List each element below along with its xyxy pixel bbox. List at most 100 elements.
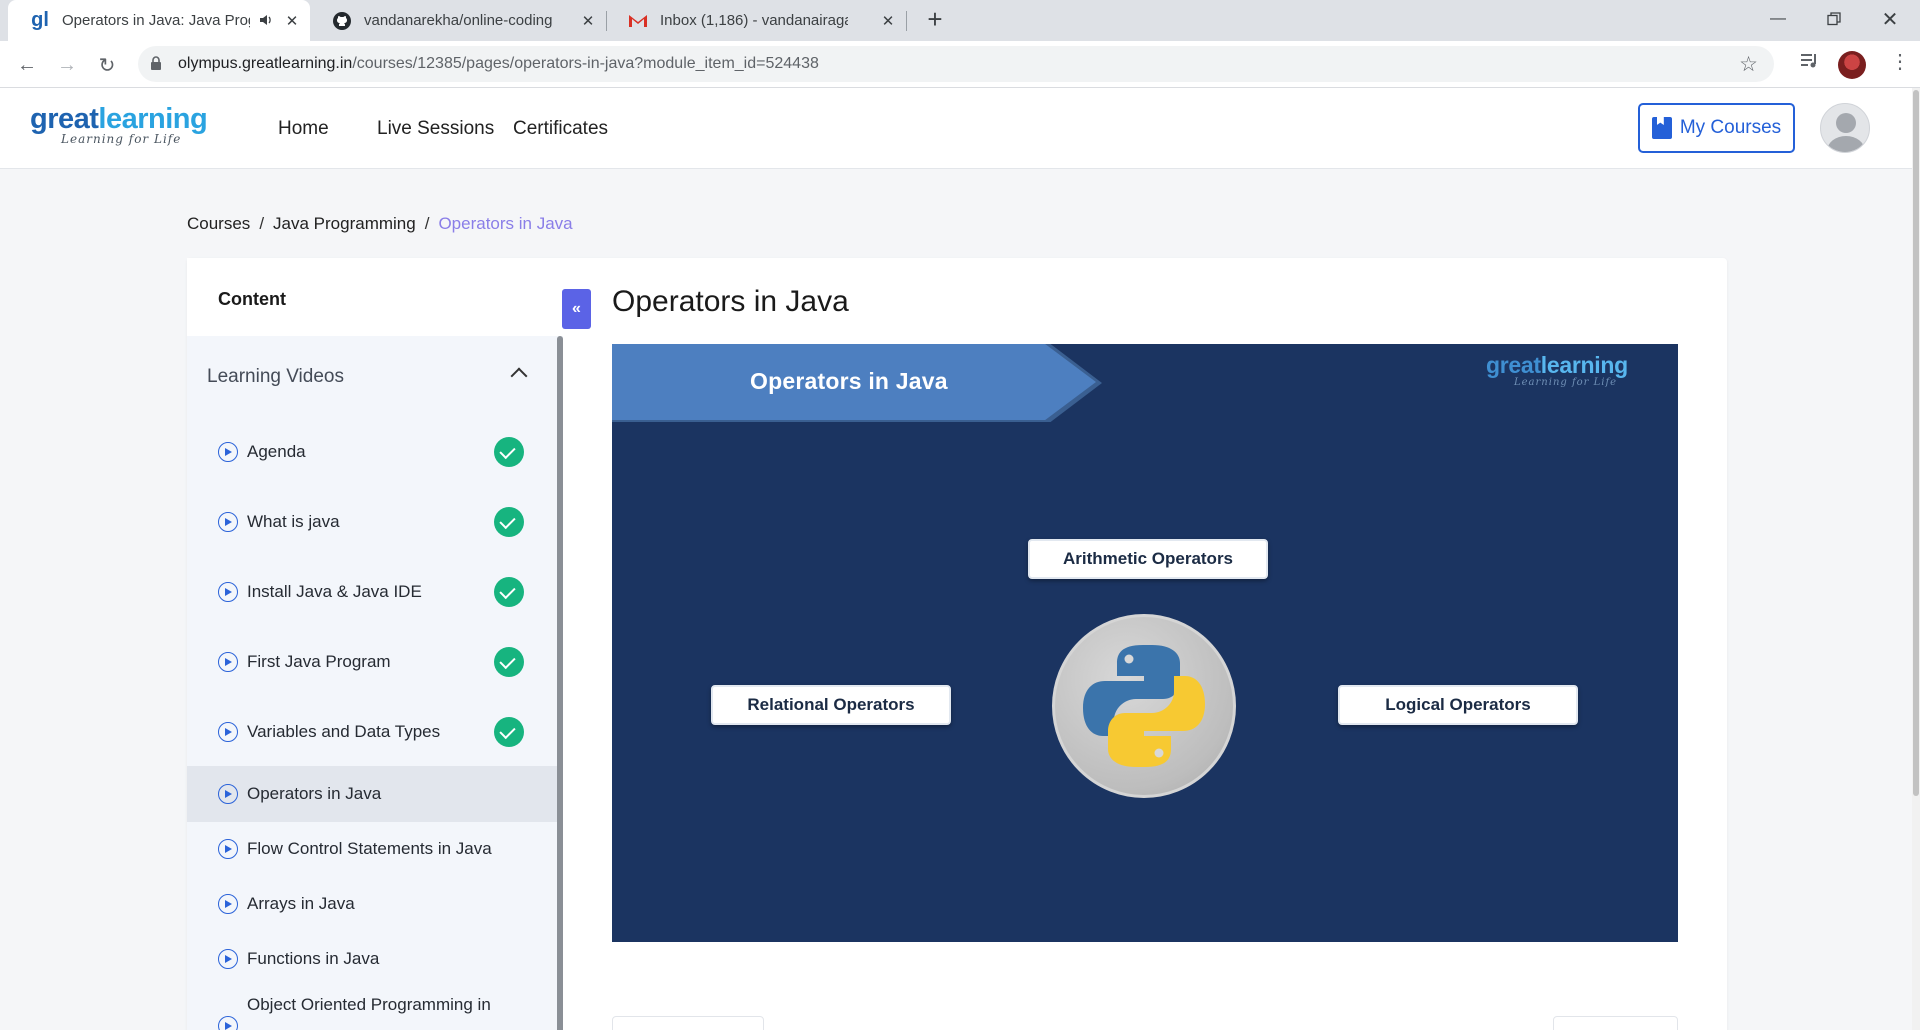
nav-home[interactable]: Home xyxy=(278,118,329,140)
gmail-favicon-icon xyxy=(628,11,648,31)
content-sidebar: Content Learning Videos Agenda What is j… xyxy=(187,258,563,1030)
breadcrumb: Courses / Java Programming / Operators in Ja… xyxy=(187,214,573,234)
avatar-body xyxy=(1827,136,1865,152)
browser-tab-active[interactable]: gl Operators in Java: Java Progr ✕ xyxy=(8,0,310,41)
greatlearning-favicon-icon: gl xyxy=(31,9,49,31)
reload-icon[interactable]: ↻ xyxy=(92,50,122,80)
page-scrollbar-thumb[interactable] xyxy=(1913,90,1919,796)
section-learning-videos[interactable]: Learning Videos xyxy=(207,366,344,388)
bookmark-star-icon[interactable]: ☆ xyxy=(1739,52,1758,77)
previous-button-partial[interactable] xyxy=(612,1016,764,1030)
video-player[interactable]: Operators in Java greatlearning Learning… xyxy=(612,344,1678,942)
close-tab-icon[interactable]: ✕ xyxy=(880,13,896,30)
sidebar-item-what-is-java[interactable]: What is java xyxy=(187,498,557,546)
play-circle-icon xyxy=(218,442,238,462)
nav-certificates[interactable]: Certificates xyxy=(513,118,608,140)
greatlearning-logo[interactable]: greatlearning Learning for Life xyxy=(30,103,208,146)
url-domain: olympus.greatlearning.in xyxy=(178,55,353,72)
sidebar-scrollbar[interactable] xyxy=(557,336,563,1030)
arithmetic-operators-box: Arithmetic Operators xyxy=(1028,539,1268,579)
check-circle-icon xyxy=(494,507,524,537)
audio-playing-icon[interactable] xyxy=(258,12,274,28)
browser-tab[interactable]: Inbox (1,186) - vandanairagar59 ✕ xyxy=(606,0,906,41)
menu-kebab-icon[interactable]: ⋮ xyxy=(1890,49,1910,74)
sidebar-item-variables[interactable]: Variables and Data Types xyxy=(187,708,557,756)
site-header: greatlearning Learning for Life Home Liv… xyxy=(0,88,1920,169)
sidebar-item-label: What is java xyxy=(247,512,340,531)
tab-title: vandanarekha/online-coding: LO xyxy=(364,12,552,29)
minimize-icon[interactable]: — xyxy=(1750,0,1806,38)
sidebar-item-operators[interactable]: Operators in Java xyxy=(187,766,557,822)
next-button-partial[interactable] xyxy=(1553,1016,1678,1030)
sidebar-item-flow-control[interactable]: Flow Control Statements in Java xyxy=(187,825,557,873)
sidebar-item-label: Install Java & Java IDE xyxy=(247,582,422,601)
back-icon[interactable]: ← xyxy=(12,50,42,80)
media-control-icon[interactable] xyxy=(1800,52,1820,75)
sidebar-item-label: Operators in Java xyxy=(247,784,382,803)
forward-icon[interactable]: → xyxy=(52,50,82,80)
lesson-title: Operators in Java xyxy=(612,285,849,318)
relational-operators-box: Relational Operators xyxy=(711,685,951,725)
user-avatar[interactable] xyxy=(1820,103,1870,153)
page-scrollbar[interactable] xyxy=(1912,88,1920,1030)
new-tab-icon[interactable]: + xyxy=(924,6,946,32)
play-circle-icon xyxy=(218,512,238,532)
browser-tab[interactable]: vandanarekha/online-coding: LO ✕ xyxy=(310,0,606,41)
sidebar-item-oop[interactable]: Object Oriented Programming in xyxy=(187,990,557,1030)
tab-title: Inbox (1,186) - vandanairagar59 xyxy=(660,12,848,29)
sidebar-item-label: Arrays in Java xyxy=(247,894,355,913)
sidebar-item-label: Flow Control Statements in Java xyxy=(247,839,492,858)
slide-logo-tagline: Learning for Life xyxy=(1514,377,1618,388)
slide-logo-learning: learning xyxy=(1540,352,1628,378)
breadcrumb-separator: / xyxy=(424,214,430,233)
breadcrumb-separator: / xyxy=(259,214,265,233)
sidebar-item-arrays[interactable]: Arrays in Java xyxy=(187,880,557,928)
logo-learning: learning xyxy=(98,103,208,135)
browser-toolbar: ← → ↻ olympus.greatlearning.in/courses/1… xyxy=(0,41,1920,88)
sidebar-item-first-java-program[interactable]: First Java Program xyxy=(187,638,557,686)
slide-logo-great: great xyxy=(1486,352,1541,378)
sidebar-item-label: Variables and Data Types xyxy=(247,722,441,741)
tab-title: Operators in Java: Java Progr xyxy=(62,12,250,29)
play-circle-icon xyxy=(218,1016,238,1030)
sidebar-item-install-java[interactable]: Install Java & Java IDE xyxy=(187,568,557,616)
sidebar-header: Content xyxy=(187,258,563,336)
play-circle-icon xyxy=(218,949,238,969)
close-window-icon[interactable]: ✕ xyxy=(1862,0,1918,38)
nav-live-sessions[interactable]: Live Sessions xyxy=(377,118,494,140)
logo-great: great xyxy=(30,103,99,135)
collapse-sidebar-button[interactable]: « xyxy=(562,289,591,329)
close-tab-icon[interactable]: ✕ xyxy=(284,13,300,30)
browser-profile-avatar[interactable] xyxy=(1838,51,1866,79)
restore-icon[interactable] xyxy=(1806,0,1862,38)
sidebar-item-label: First Java Program xyxy=(247,652,391,671)
breadcrumb-courses[interactable]: Courses xyxy=(187,214,250,233)
sidebar-item-label: Functions in Java xyxy=(247,949,380,968)
sidebar-item-agenda[interactable]: Agenda xyxy=(187,428,557,476)
play-circle-icon xyxy=(218,784,238,804)
python-logo-icon xyxy=(1052,614,1236,798)
lock-icon xyxy=(150,56,162,71)
close-tab-icon[interactable]: ✕ xyxy=(580,13,596,30)
my-courses-button[interactable]: My Courses xyxy=(1638,103,1795,153)
book-icon xyxy=(1651,117,1672,139)
url-path: /courses/12385/pages/operators-in-java?m… xyxy=(352,55,819,72)
sidebar-title: Content xyxy=(218,289,286,309)
address-bar[interactable]: olympus.greatlearning.in/courses/12385/p… xyxy=(138,46,1774,82)
chevron-up-icon[interactable] xyxy=(510,367,528,385)
sidebar-item-functions[interactable]: Functions in Java xyxy=(187,935,557,983)
play-circle-icon xyxy=(218,652,238,672)
check-circle-icon xyxy=(494,647,524,677)
github-favicon-icon xyxy=(332,11,352,31)
avatar-head xyxy=(1836,113,1856,133)
slide-banner-title: Operators in Java xyxy=(750,368,948,394)
play-circle-icon xyxy=(218,582,238,602)
browser-tab-bar: gl Operators in Java: Java Progr ✕ vanda… xyxy=(0,0,1920,41)
tab-separator xyxy=(906,11,907,31)
play-circle-icon xyxy=(218,894,238,914)
play-circle-icon xyxy=(218,722,238,742)
breadcrumb-java-programming[interactable]: Java Programming xyxy=(273,214,416,233)
check-circle-icon xyxy=(494,717,524,747)
breadcrumb-current: Operators in Java xyxy=(438,214,573,233)
my-courses-label: My Courses xyxy=(1679,117,1782,138)
